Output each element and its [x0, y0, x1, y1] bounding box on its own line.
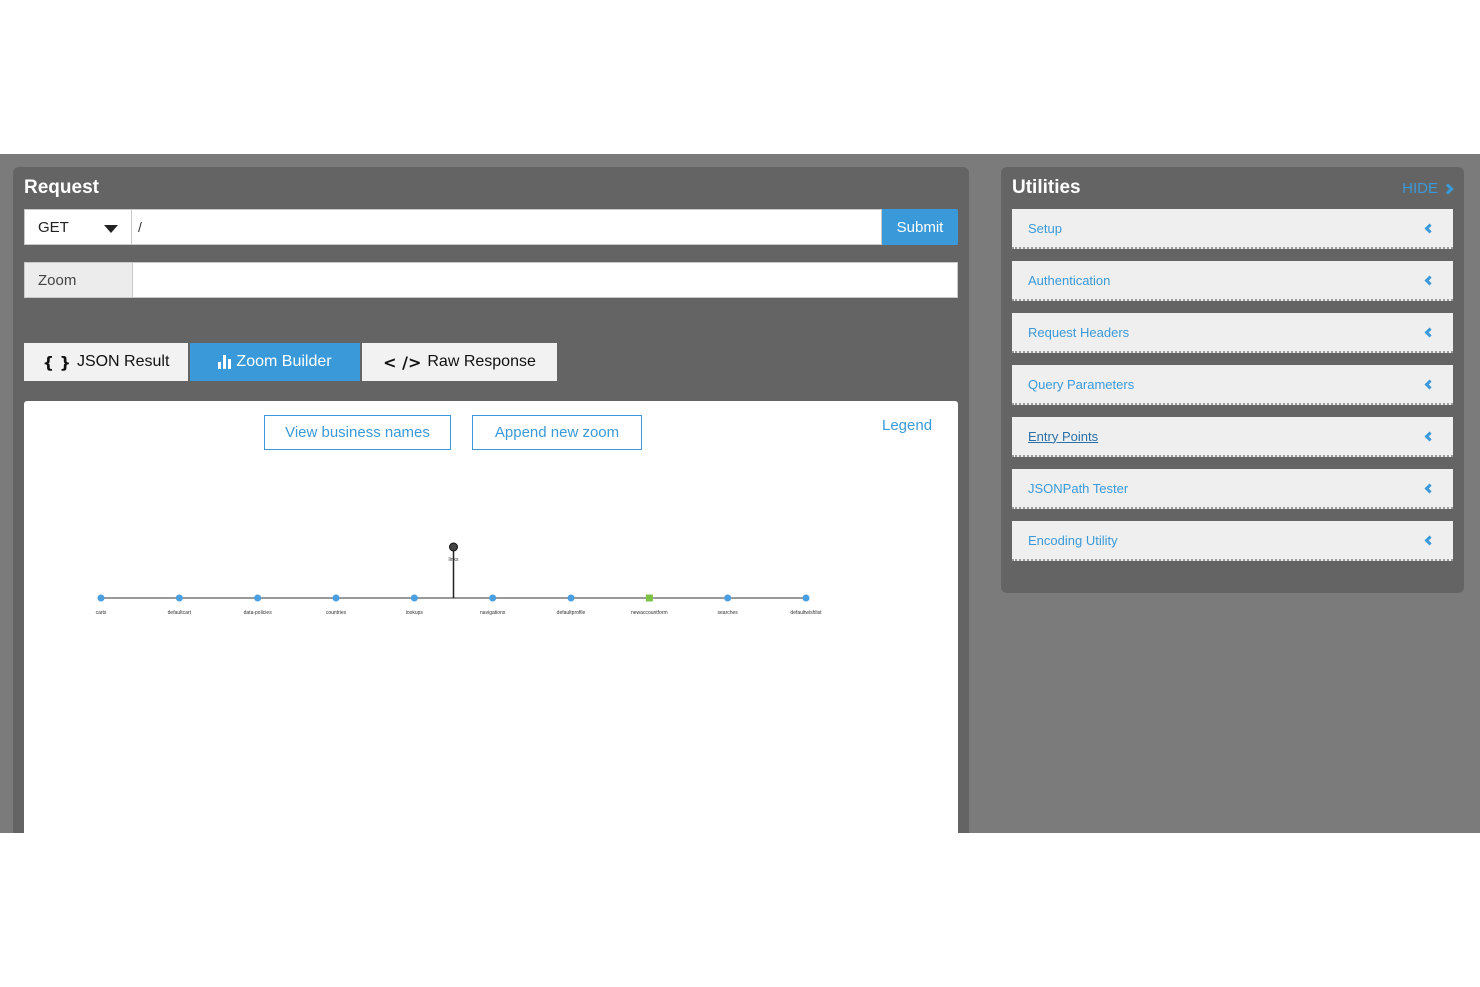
tab-json-result[interactable]: { } JSON Result: [24, 343, 190, 381]
result-tabs: { } JSON Result Zoom Builder < /> Raw Re…: [24, 343, 557, 381]
utility-entry-points[interactable]: Entry Points: [1012, 417, 1453, 457]
zoom-tree-node-label: carts: [96, 610, 107, 616]
utility-label: Entry Points: [1028, 428, 1099, 444]
zoom-tree-node: [175, 594, 183, 602]
zoom-tree-node: [724, 594, 732, 602]
chevron-left-icon: [1424, 275, 1435, 286]
utility-label: Request Headers: [1028, 324, 1130, 340]
utility-label: Authentication: [1028, 272, 1111, 288]
zoom-tree-node-label: searches: [718, 610, 739, 616]
zoom-tree-node: [97, 594, 105, 602]
utility-label: JSONPath Tester: [1028, 480, 1129, 496]
tab-zoom-builder[interactable]: Zoom Builder: [190, 343, 362, 381]
hide-label: HIDE: [1402, 180, 1438, 197]
zoom-tree-node-label: navigations: [480, 610, 506, 616]
zoom-tree-node: [332, 594, 340, 602]
zoom-tree-node: [410, 594, 418, 602]
zoom-tree-node-label: defaultprofile: [557, 610, 586, 616]
utility-request-headers[interactable]: Request Headers: [1012, 313, 1453, 353]
zoom-tree-root-label: links: [448, 557, 459, 563]
zoom-builder-canvas: View business names Append new zoom Lege…: [24, 401, 958, 833]
utility-encoding-utility[interactable]: Encoding Utility: [1012, 521, 1453, 561]
chevron-right-icon: [1442, 182, 1454, 195]
chevron-left-icon: [1424, 431, 1435, 442]
caret-down-icon: [104, 225, 118, 233]
zoom-tree-node-label: newaccountform: [631, 610, 668, 616]
url-input[interactable]: [131, 209, 882, 245]
utilities-list: Setup Authentication Request Headers Que…: [1012, 209, 1453, 573]
zoom-tree-node: [489, 594, 497, 602]
tab-label: Raw Response: [427, 353, 536, 370]
utility-label: Encoding Utility: [1028, 532, 1118, 548]
braces-icon: { }: [42, 352, 71, 372]
zoom-tree-node: [567, 594, 575, 602]
utility-authentication[interactable]: Authentication: [1012, 261, 1453, 301]
method-value: GET: [38, 218, 69, 236]
zoom-tree-graph: links carts defaultcart data-policies countr…: [96, 542, 822, 616]
chevron-left-icon: [1424, 327, 1435, 338]
tab-raw-response[interactable]: < /> Raw Response: [362, 343, 557, 381]
zoom-tree-node-label: lookups: [406, 610, 424, 616]
code-icon: < />: [383, 352, 422, 372]
zoom-tree-node-label: defaultcart: [168, 610, 192, 616]
utilities-title: Utilities: [1012, 177, 1081, 198]
zoom-input[interactable]: [132, 262, 958, 298]
zoom-tree-node-label: countries: [326, 610, 347, 616]
zoom-tree-node-highlighted: [645, 594, 653, 602]
method-select[interactable]: GET: [24, 209, 131, 245]
tab-label: JSON Result: [76, 353, 170, 370]
chevron-left-icon: [1424, 223, 1435, 234]
utility-label: Setup: [1028, 220, 1062, 236]
request-panel: Request GET Submit Zoom { } JSON Result …: [13, 167, 969, 833]
app-container: Request GET Submit Zoom { } JSON Result …: [0, 154, 1480, 833]
utility-query-parameters[interactable]: Query Parameters: [1012, 365, 1453, 405]
chevron-left-icon: [1424, 379, 1435, 390]
chevron-left-icon: [1424, 535, 1435, 546]
zoom-tree-node: [254, 594, 262, 602]
zoom-label: Zoom: [24, 262, 133, 298]
bar-chart-icon: [218, 355, 232, 369]
hide-utilities-link[interactable]: HIDE: [1402, 180, 1454, 197]
submit-button[interactable]: Submit: [882, 209, 958, 245]
zoom-tree-node: [802, 594, 810, 602]
chevron-left-icon: [1424, 483, 1435, 494]
zoom-tree-node-label: defaultwishlist: [790, 610, 822, 616]
utility-setup[interactable]: Setup: [1012, 209, 1453, 249]
zoom-tree-node-label: data-policies: [244, 610, 273, 616]
request-title: Request: [24, 177, 99, 198]
utility-jsonpath-tester[interactable]: JSONPath Tester: [1012, 469, 1453, 509]
zoom-tree-root-node: [449, 542, 458, 552]
utilities-panel: Utilities HIDE Setup Authentication Requ…: [1001, 167, 1464, 593]
utility-label: Query Parameters: [1028, 376, 1135, 392]
tab-label: Zoom Builder: [236, 353, 332, 370]
